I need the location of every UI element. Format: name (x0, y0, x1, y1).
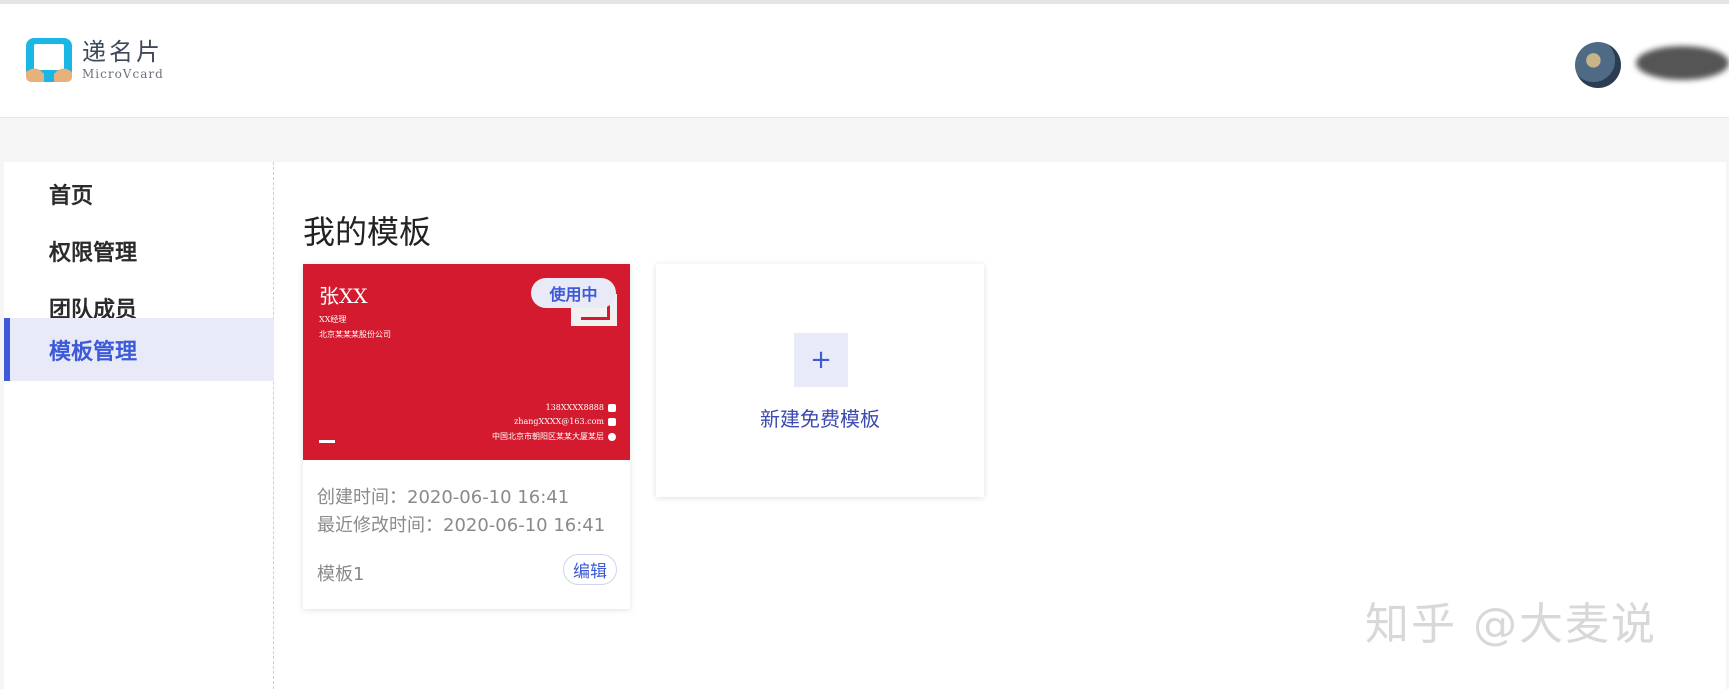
preview-email: zhangXXXX@163.com (514, 417, 604, 426)
edit-button[interactable]: 编辑 (563, 554, 617, 585)
watermark: 知乎 @大麦说 (1365, 599, 1657, 650)
plus-icon: + (794, 333, 848, 387)
preview-divider (319, 440, 335, 443)
phone-icon (608, 404, 616, 412)
sidebar-item-permissions[interactable]: 权限管理 (4, 219, 274, 282)
preview-email-row: zhangXXXX@163.com (514, 417, 616, 426)
modified-time: 最近修改时间：2020-06-10 16:41 (317, 515, 606, 536)
logo-title: 递名片 (82, 38, 163, 66)
sidebar-item-label: 首页 (49, 183, 94, 209)
in-use-badge: 使用中 (531, 278, 616, 308)
preview-phone-row: 138XXXX8888 (546, 403, 616, 412)
preview-address-row: 中国北京市朝阳区某某大厦某层 (492, 431, 616, 442)
username-redacted (1636, 46, 1729, 80)
template-preview[interactable]: 张XX XX经理 北京某某某股份公司 使用中 138XXXX8888 zhang… (303, 264, 630, 460)
preview-phone: 138XXXX8888 (545, 403, 604, 412)
app-logo[interactable]: 递名片 MicroVcard (24, 34, 164, 86)
user-avatar[interactable] (1575, 42, 1621, 88)
preview-address: 中国北京市朝阳区某某大厦某层 (492, 432, 604, 441)
template-card: 张XX XX经理 北京某某某股份公司 使用中 138XXXX8888 zhang… (303, 264, 630, 609)
page-title: 我的模板 (303, 213, 432, 251)
preview-job-title: XX经理 (319, 315, 347, 324)
template-name: 模板1 (317, 564, 365, 585)
preview-name: 张XX (319, 284, 368, 308)
logo-subtitle: MicroVcard (82, 67, 164, 81)
created-time: 创建时间：2020-06-10 16:41 (317, 487, 570, 508)
sidebar-item-home[interactable]: 首页 (4, 162, 274, 225)
preview-company: 北京某某某股份公司 (319, 330, 391, 339)
sidebar-item-label: 模板管理 (49, 339, 138, 365)
card-logo-icon (24, 34, 76, 86)
sidebar: 首页 权限管理 团队成员 模板管理 (4, 162, 274, 689)
app-header: 递名片 MicroVcard (0, 4, 1729, 118)
new-template-card[interactable]: + 新建免费模板 (656, 264, 984, 497)
location-icon (608, 433, 616, 441)
new-template-label: 新建免费模板 (760, 407, 880, 431)
sidebar-item-template-management[interactable]: 模板管理 (4, 318, 274, 381)
mail-icon (608, 418, 616, 426)
sidebar-item-label: 权限管理 (49, 240, 138, 266)
